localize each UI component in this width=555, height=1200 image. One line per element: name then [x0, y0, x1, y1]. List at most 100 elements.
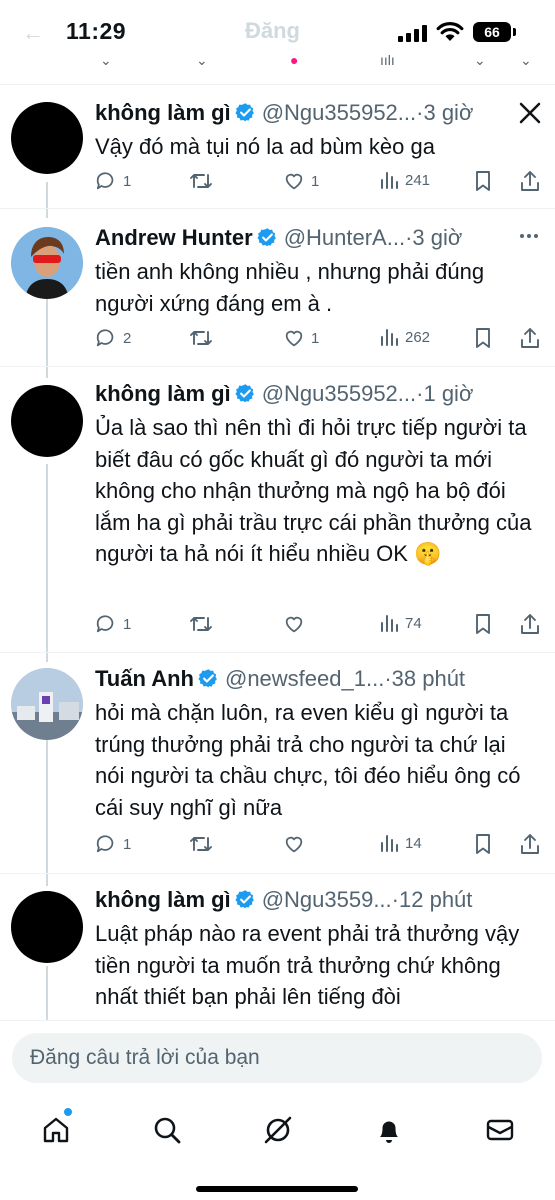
tab-grok[interactable] — [258, 1110, 298, 1150]
reply-count: 1 — [123, 835, 132, 853]
tweet-text: Ủa là sao thì nên thì đi hỏi trực tiếp n… — [95, 415, 532, 566]
wifi-icon — [436, 22, 464, 41]
share-button[interactable] — [519, 833, 541, 855]
thread-line — [46, 740, 48, 886]
tweet-text: tiền anh không nhiều , nhưng phải đúng n… — [95, 259, 485, 316]
more-options-icon[interactable] — [519, 233, 539, 239]
like-button[interactable]: 1 — [283, 327, 319, 349]
user-handle[interactable]: @newsfeed_1... — [225, 666, 384, 691]
battery-tip — [513, 28, 516, 36]
timestamp[interactable]: ·1 giờ — [416, 381, 473, 406]
retweet-icon — [190, 174, 212, 188]
views-button[interactable]: 241 — [379, 170, 430, 190]
avatar[interactable] — [11, 668, 83, 740]
battery-level: 66 — [473, 22, 511, 42]
share-button[interactable] — [519, 170, 541, 192]
avatar[interactable] — [11, 227, 83, 299]
views-icon — [381, 172, 398, 189]
divider — [0, 873, 555, 874]
display-name[interactable]: không làm gì — [95, 381, 231, 406]
divider — [0, 84, 555, 85]
thread-line — [46, 182, 48, 218]
share-icon[interactable]: ⌄ — [520, 52, 532, 69]
reply-count: 2 — [123, 329, 132, 347]
verified-badge-icon — [235, 384, 254, 403]
views-button[interactable]: 262 — [379, 327, 430, 347]
tweet-actions: 2 1 262 — [95, 327, 545, 355]
timestamp[interactable]: ·3 giờ — [405, 225, 462, 250]
back-arrow-icon[interactable]: ← — [22, 20, 44, 46]
thread-line — [46, 464, 48, 662]
like-button[interactable]: 1 — [283, 170, 319, 192]
bookmark-button[interactable] — [473, 833, 493, 855]
like-button[interactable] — [283, 833, 311, 855]
like-icon[interactable]: ● — [290, 52, 298, 68]
previous-tweet-actions: ⌄ ⌄ ● ıılı ⌄ ⌄ — [0, 48, 555, 70]
tweet-actions: 1 14 — [95, 833, 545, 861]
retweet-icon[interactable]: ⌄ — [196, 52, 208, 69]
reply-count: 1 — [123, 615, 132, 633]
views-button[interactable]: 14 — [379, 833, 422, 853]
avatar[interactable] — [11, 102, 83, 174]
view-count: 14 — [405, 834, 422, 852]
retweet-button[interactable] — [189, 170, 219, 192]
tab-notifications[interactable] — [369, 1110, 409, 1150]
tab-search[interactable] — [147, 1110, 187, 1150]
views-button[interactable]: 74 — [379, 613, 422, 633]
reply-button[interactable]: 1 — [95, 613, 131, 635]
tab-home[interactable] — [36, 1108, 76, 1150]
bookmark-icon — [476, 171, 490, 191]
avatar[interactable] — [11, 385, 83, 457]
tweet-text: Luật pháp nào ra event phải trả thưởng v… — [95, 921, 520, 1009]
retweet-button[interactable] — [189, 613, 219, 635]
share-button[interactable] — [519, 613, 541, 635]
tweet-header: Tuấn Anh @newsfeed_1...·38 phút — [95, 664, 535, 694]
retweet-button[interactable] — [189, 833, 219, 855]
view-count: 74 — [405, 614, 422, 632]
search-icon — [154, 1117, 181, 1144]
share-icon — [521, 328, 539, 348]
x-close-icon[interactable] — [519, 102, 541, 124]
reply-button[interactable]: 1 — [95, 170, 131, 192]
user-handle[interactable]: @Ngu355952... — [262, 100, 416, 125]
bookmark-button[interactable] — [473, 613, 493, 635]
reply-icon — [96, 329, 114, 347]
like-button[interactable] — [283, 613, 311, 635]
reply-icon[interactable]: ⌄ — [100, 52, 112, 69]
display-name[interactable]: Tuấn Anh — [95, 666, 194, 691]
like-icon — [285, 173, 303, 190]
avatar[interactable] — [11, 891, 83, 963]
retweet-icon — [190, 837, 212, 851]
verified-badge-icon — [257, 228, 276, 247]
display-name[interactable]: không làm gì — [95, 100, 231, 125]
tweet[interactable]: không làm gì @Ngu3559...·12 phút Luật phá… — [0, 885, 555, 1020]
views-icon — [381, 329, 398, 346]
display-name[interactable]: Andrew Hunter — [95, 225, 253, 250]
views-icon[interactable]: ıılı — [380, 52, 395, 68]
timestamp[interactable]: ·12 phút — [392, 887, 473, 912]
display-name[interactable]: không làm gì — [95, 887, 231, 912]
reply-input[interactable]: Đăng câu trả lời của bạn — [12, 1033, 542, 1083]
bookmark-icon — [476, 328, 490, 348]
tab-messages[interactable] — [480, 1110, 520, 1150]
bookmark-icon[interactable]: ⌄ — [474, 52, 486, 69]
share-icon — [521, 171, 539, 191]
divider — [0, 652, 555, 653]
messages-icon — [486, 1119, 514, 1141]
timestamp[interactable]: ·38 phút — [384, 666, 465, 691]
user-handle[interactable]: @Ngu355952... — [262, 381, 416, 406]
timestamp[interactable]: ·3 giờ — [416, 100, 473, 125]
notifications-icon — [380, 1121, 398, 1143]
avatar-illustration — [11, 227, 83, 299]
bookmark-button[interactable] — [473, 170, 493, 192]
user-handle[interactable]: @Ngu3559... — [262, 887, 392, 912]
user-handle[interactable]: @HunterA... — [284, 225, 405, 250]
tweet-actions: 1 1 241 — [95, 170, 545, 198]
bookmark-button[interactable] — [473, 327, 493, 349]
share-button[interactable] — [519, 327, 541, 349]
grok-icon — [264, 1116, 292, 1144]
retweet-button[interactable] — [189, 327, 219, 349]
like-icon — [285, 330, 303, 347]
reply-button[interactable]: 1 — [95, 833, 131, 855]
reply-button[interactable]: 2 — [95, 327, 131, 349]
